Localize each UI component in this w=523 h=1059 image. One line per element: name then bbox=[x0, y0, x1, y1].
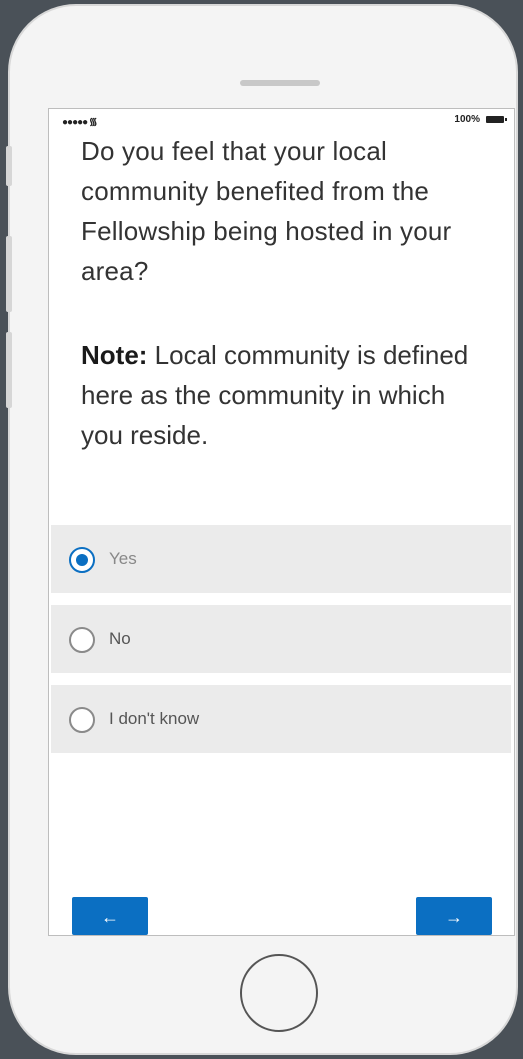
speaker-grille bbox=[240, 80, 320, 86]
status-bar: ●●●●● ᯾ 100% bbox=[49, 109, 514, 129]
screen: ●●●●● ᯾ 100% Do you feel that your local… bbox=[48, 108, 515, 936]
survey-question: Do you feel that your local community be… bbox=[81, 136, 452, 286]
radio-unselected-icon[interactable] bbox=[69, 627, 95, 653]
radio-selected-icon[interactable] bbox=[69, 547, 95, 573]
survey-note: Note: Local community is defined here as… bbox=[81, 335, 481, 455]
silent-switch bbox=[6, 146, 12, 186]
signal-indicator: ●●●●● ᯾ bbox=[62, 114, 97, 128]
battery-icon bbox=[486, 116, 507, 123]
signal-icon: ●●●●● bbox=[62, 117, 89, 128]
wifi-icon: ᯾ bbox=[88, 117, 97, 128]
radio-unselected-icon[interactable] bbox=[69, 707, 95, 733]
volume-down-button bbox=[6, 332, 12, 408]
battery-percent: 100% bbox=[454, 114, 480, 125]
option-label: No bbox=[109, 629, 131, 648]
home-button[interactable] bbox=[240, 954, 318, 1032]
note-label: Note: bbox=[81, 340, 148, 370]
volume-up-button bbox=[6, 236, 12, 312]
option-label: I don't know bbox=[109, 709, 200, 728]
option-no[interactable]: No bbox=[51, 605, 511, 673]
back-button[interactable]: ← bbox=[72, 897, 148, 935]
option-label: Yes bbox=[109, 549, 137, 568]
option-dont-know[interactable]: I don't know bbox=[51, 685, 511, 753]
phone-frame: ●●●●● ᯾ 100% Do you feel that your local… bbox=[6, 4, 518, 1055]
option-yes[interactable]: Yes bbox=[51, 525, 511, 593]
next-button[interactable]: → bbox=[416, 897, 492, 935]
